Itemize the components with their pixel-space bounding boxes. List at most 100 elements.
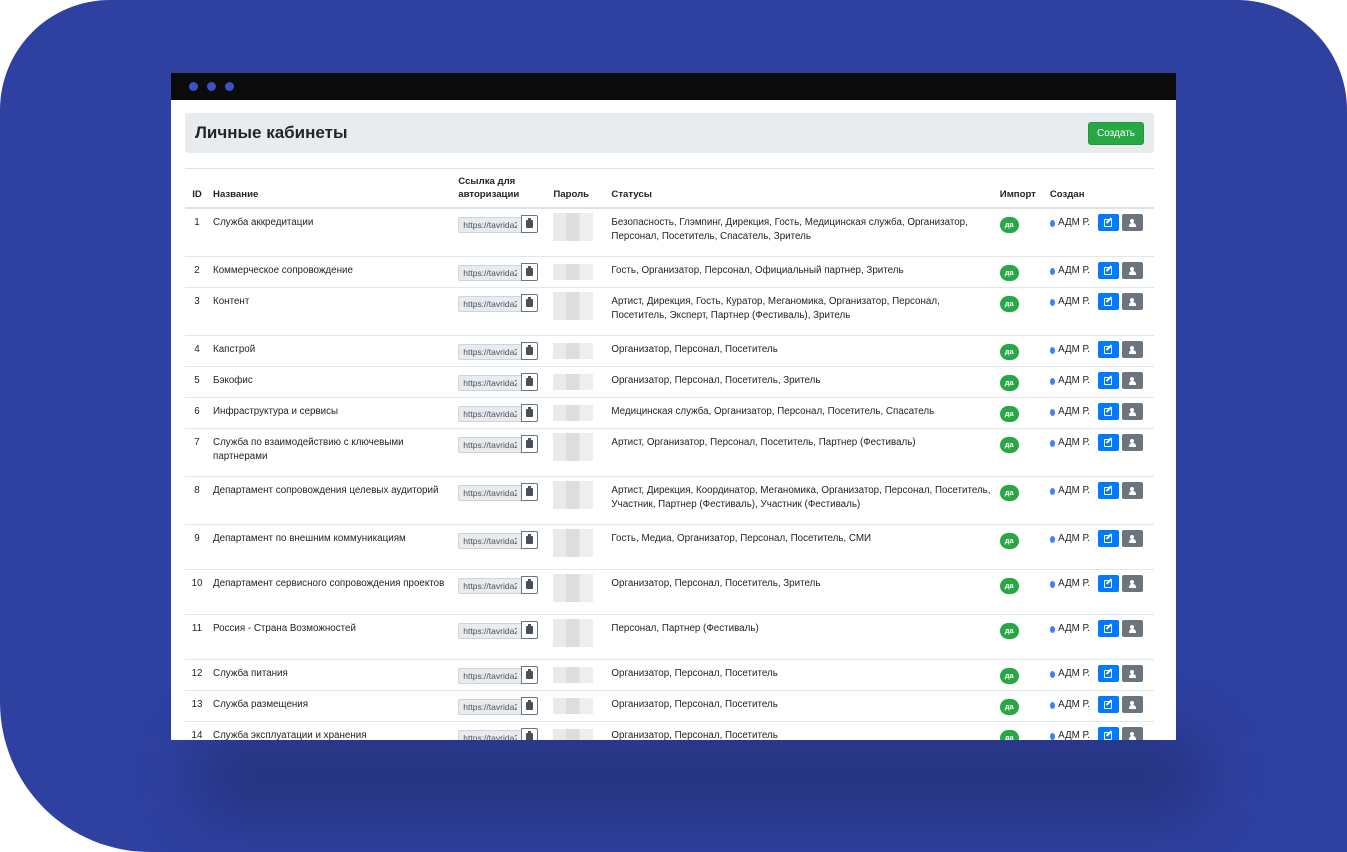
user-button[interactable] — [1121, 403, 1143, 420]
copy-link-button[interactable] — [521, 531, 539, 549]
row-password-cell — [549, 569, 608, 615]
auth-link-input[interactable] — [458, 374, 522, 391]
row-import-cell: да — [995, 256, 1046, 288]
import-badge: да — [999, 344, 1019, 360]
user-button[interactable] — [1121, 434, 1143, 451]
copy-link-button[interactable] — [521, 666, 539, 684]
creator-name: АДМ Р. — [1058, 265, 1090, 276]
auth-link-input[interactable] — [458, 698, 522, 715]
window-dot-3[interactable] — [225, 82, 234, 91]
auth-link-input[interactable] — [458, 216, 522, 233]
auth-link-group — [458, 697, 545, 715]
action-buttons — [1097, 482, 1150, 499]
row-import-cell: да — [995, 366, 1046, 398]
edit-button[interactable] — [1097, 482, 1119, 499]
copy-link-button[interactable] — [521, 435, 539, 453]
row-link-cell — [454, 287, 550, 336]
user-button[interactable] — [1121, 727, 1143, 740]
creator: АДМ Р. — [1049, 374, 1090, 388]
auth-link-group — [458, 342, 545, 360]
row-name: Капстрой — [209, 335, 455, 367]
row-statuses: Медицинская служба, Организатор, Персона… — [607, 397, 996, 429]
copy-link-button[interactable] — [521, 728, 539, 740]
copy-link-button[interactable] — [521, 404, 539, 422]
row-import-cell: да — [995, 721, 1046, 740]
edit-button[interactable] — [1097, 696, 1119, 713]
auth-link-input[interactable] — [458, 484, 522, 501]
row-password-cell — [549, 335, 608, 367]
user-button[interactable] — [1121, 620, 1143, 637]
window-dot-1[interactable] — [189, 82, 198, 91]
auth-link-input[interactable] — [458, 577, 522, 594]
col-import: Импорт — [995, 169, 1046, 209]
edit-button[interactable] — [1097, 372, 1119, 389]
password-redacted — [553, 481, 594, 509]
row-link-cell — [454, 256, 550, 288]
copy-link-button[interactable] — [521, 697, 539, 715]
edit-icon — [1104, 297, 1113, 306]
creator: АДМ Р. — [1049, 484, 1090, 498]
auth-link-input[interactable] — [458, 532, 522, 549]
auth-link-input[interactable] — [458, 343, 522, 360]
user-button[interactable] — [1121, 530, 1143, 547]
password-redacted — [553, 213, 594, 241]
user-button[interactable] — [1121, 372, 1143, 389]
row-password-cell — [549, 428, 608, 477]
row-actions — [1093, 335, 1154, 367]
copy-link-button[interactable] — [521, 576, 539, 594]
edit-button[interactable] — [1097, 434, 1119, 451]
edit-button[interactable] — [1097, 727, 1119, 740]
copy-link-button[interactable] — [521, 215, 539, 233]
edit-button[interactable] — [1097, 403, 1119, 420]
auth-link-input[interactable] — [458, 405, 522, 422]
row-import-cell: да — [995, 524, 1046, 570]
user-button[interactable] — [1121, 214, 1143, 231]
creator: АДМ Р. — [1049, 698, 1090, 712]
user-button[interactable] — [1121, 262, 1143, 279]
user-button[interactable] — [1121, 696, 1143, 713]
row-import-cell: да — [995, 569, 1046, 615]
edit-button[interactable] — [1097, 575, 1119, 592]
auth-link-input[interactable] — [458, 264, 522, 281]
creator-name: АДМ Р. — [1058, 375, 1090, 386]
edit-button[interactable] — [1097, 262, 1119, 279]
auth-link-input[interactable] — [458, 295, 522, 312]
action-buttons — [1097, 696, 1150, 713]
table-row: 6Инфраструктура и сервисы Медицинская слу… — [185, 397, 1154, 429]
user-button[interactable] — [1121, 293, 1143, 310]
user-button[interactable] — [1121, 665, 1143, 682]
row-id: 11 — [185, 614, 210, 660]
auth-link-group — [458, 483, 545, 501]
edit-button[interactable] — [1097, 214, 1119, 231]
copy-link-button[interactable] — [521, 621, 539, 639]
user-button[interactable] — [1121, 341, 1143, 358]
auth-link-input[interactable] — [458, 667, 522, 684]
auth-link-group — [458, 531, 545, 549]
create-button[interactable]: Создать — [1087, 121, 1144, 145]
edit-button[interactable] — [1097, 665, 1119, 682]
user-button[interactable] — [1121, 575, 1143, 592]
row-id: 5 — [185, 366, 210, 398]
edit-button[interactable] — [1097, 293, 1119, 310]
password-redacted — [553, 343, 594, 359]
edit-button[interactable] — [1097, 530, 1119, 547]
auth-link-input[interactable] — [458, 622, 522, 639]
col-created: Создан — [1045, 169, 1094, 209]
auth-link-input[interactable] — [458, 729, 522, 740]
creator: АДМ Р. — [1049, 667, 1090, 681]
copy-link-button[interactable] — [521, 483, 539, 501]
window-dot-2[interactable] — [207, 82, 216, 91]
copy-link-button[interactable] — [521, 294, 539, 312]
row-id: 2 — [185, 256, 210, 288]
accounts-table-wrap: ID Название Ссылка для авторизации Парол… — [185, 168, 1154, 740]
row-name: Департамент сопровождения целевых аудито… — [209, 476, 455, 525]
auth-link-input[interactable] — [458, 436, 522, 453]
creator-dot-icon — [1049, 670, 1056, 678]
copy-link-button[interactable] — [521, 342, 539, 360]
copy-link-button[interactable] — [521, 373, 539, 391]
copy-link-button[interactable] — [521, 263, 539, 281]
edit-button[interactable] — [1097, 620, 1119, 637]
table-row: 3Контент Артист, Дирекция, Гость, Куратор… — [185, 287, 1154, 336]
user-button[interactable] — [1121, 482, 1143, 499]
edit-button[interactable] — [1097, 341, 1119, 358]
